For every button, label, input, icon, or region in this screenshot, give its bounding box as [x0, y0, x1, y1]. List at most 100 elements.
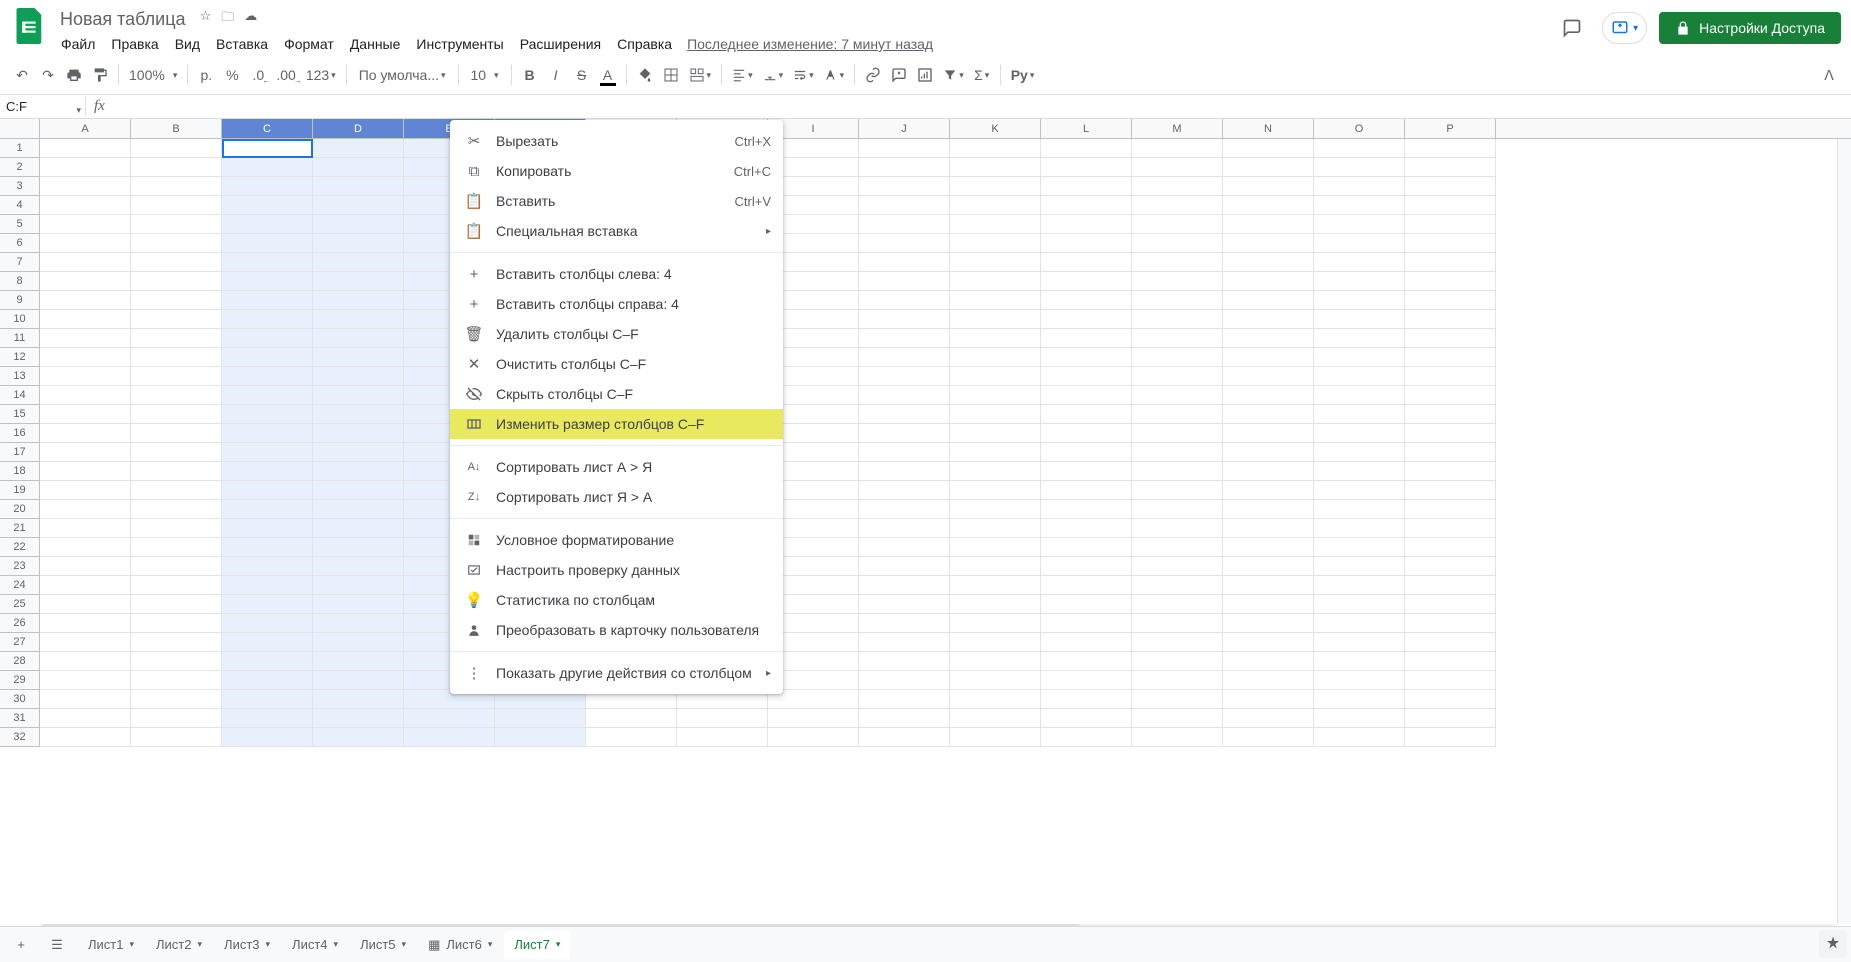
cell[interactable] — [131, 367, 222, 386]
cell[interactable] — [313, 348, 404, 367]
comment-icon[interactable] — [887, 62, 911, 88]
explore-button[interactable] — [1819, 930, 1847, 958]
cell[interactable] — [404, 709, 495, 728]
tab-menu-icon[interactable]: ▾ — [488, 939, 493, 950]
cell[interactable] — [1405, 424, 1496, 443]
cell[interactable] — [313, 728, 404, 747]
row-header[interactable]: 6 — [0, 234, 40, 253]
cell[interactable] — [1314, 272, 1405, 291]
cell[interactable] — [1314, 196, 1405, 215]
row-header[interactable]: 17 — [0, 443, 40, 462]
cell[interactable] — [313, 614, 404, 633]
cell[interactable] — [1223, 386, 1314, 405]
cell[interactable] — [222, 215, 313, 234]
cell[interactable] — [222, 139, 313, 158]
menu-Вид[interactable]: Вид — [168, 32, 207, 56]
cell[interactable] — [1223, 196, 1314, 215]
cell[interactable] — [1132, 386, 1223, 405]
cell[interactable] — [1223, 177, 1314, 196]
cell[interactable] — [313, 481, 404, 500]
cell[interactable] — [131, 614, 222, 633]
cell[interactable] — [1223, 481, 1314, 500]
cell[interactable] — [1132, 158, 1223, 177]
cell[interactable] — [950, 652, 1041, 671]
cell[interactable] — [1132, 462, 1223, 481]
menu-Справка[interactable]: Справка — [610, 32, 679, 56]
row-header[interactable]: 26 — [0, 614, 40, 633]
cell[interactable] — [1223, 709, 1314, 728]
cell[interactable] — [950, 671, 1041, 690]
cell[interactable] — [1314, 310, 1405, 329]
cell[interactable] — [1405, 405, 1496, 424]
cell[interactable] — [859, 614, 950, 633]
cell[interactable] — [40, 576, 131, 595]
cell[interactable] — [1041, 633, 1132, 652]
row-header[interactable]: 27 — [0, 633, 40, 652]
ctx-sort-az[interactable]: A↓Сортировать лист А > Я — [450, 452, 783, 482]
row-header[interactable]: 11 — [0, 329, 40, 348]
cell[interactable] — [950, 557, 1041, 576]
cell[interactable] — [313, 709, 404, 728]
cell[interactable] — [131, 329, 222, 348]
percent-button[interactable]: % — [220, 62, 244, 88]
cell[interactable] — [1405, 139, 1496, 158]
cell[interactable] — [1314, 576, 1405, 595]
collapse-toolbar-icon[interactable]: ᐱ — [1817, 62, 1841, 88]
cell[interactable] — [131, 538, 222, 557]
cell[interactable] — [1132, 671, 1223, 690]
cell[interactable] — [222, 310, 313, 329]
cell[interactable] — [1223, 500, 1314, 519]
row-header[interactable]: 29 — [0, 671, 40, 690]
cell[interactable] — [222, 576, 313, 595]
cell[interactable] — [40, 500, 131, 519]
valign-button[interactable]: ▾ — [759, 62, 788, 88]
row-header[interactable]: 1 — [0, 139, 40, 158]
cell[interactable] — [1314, 253, 1405, 272]
cell[interactable] — [222, 329, 313, 348]
ctx-cond-format[interactable]: Условное форматирование — [450, 525, 783, 555]
cell[interactable] — [1223, 272, 1314, 291]
wrap-button[interactable]: ▾ — [789, 62, 818, 88]
cell[interactable] — [1041, 234, 1132, 253]
cell[interactable] — [1314, 329, 1405, 348]
row-header[interactable]: 7 — [0, 253, 40, 272]
cell[interactable] — [859, 481, 950, 500]
cell[interactable] — [950, 329, 1041, 348]
cell[interactable] — [1223, 424, 1314, 443]
cell[interactable] — [1314, 614, 1405, 633]
cell[interactable] — [1223, 253, 1314, 272]
cell[interactable] — [40, 158, 131, 177]
cell[interactable] — [950, 633, 1041, 652]
name-box[interactable] — [0, 97, 85, 116]
cell[interactable] — [313, 595, 404, 614]
row-header[interactable]: 8 — [0, 272, 40, 291]
cell[interactable] — [1041, 481, 1132, 500]
cell[interactable] — [313, 690, 404, 709]
cell[interactable] — [1314, 158, 1405, 177]
cell[interactable] — [677, 709, 768, 728]
cell[interactable] — [1041, 728, 1132, 747]
cell[interactable] — [1223, 139, 1314, 158]
redo-icon[interactable]: ↷ — [36, 62, 60, 88]
share-button[interactable]: Настройки Доступа — [1659, 12, 1841, 44]
cell[interactable] — [131, 481, 222, 500]
cell[interactable] — [1405, 690, 1496, 709]
cell[interactable] — [1314, 424, 1405, 443]
cell[interactable] — [131, 424, 222, 443]
cell[interactable] — [1405, 158, 1496, 177]
cell[interactable] — [313, 652, 404, 671]
sheet-tab[interactable]: Лист5▾ — [350, 931, 416, 959]
cell[interactable] — [950, 272, 1041, 291]
cell[interactable] — [131, 291, 222, 310]
cell[interactable] — [1314, 405, 1405, 424]
print-icon[interactable] — [62, 62, 86, 88]
sheet-tab[interactable]: Лист2▾ — [146, 931, 212, 959]
cell[interactable] — [40, 557, 131, 576]
present-button[interactable]: ▾ — [1602, 12, 1647, 44]
cell[interactable] — [950, 462, 1041, 481]
cell[interactable] — [1405, 728, 1496, 747]
cell[interactable] — [1223, 234, 1314, 253]
cell[interactable] — [1041, 557, 1132, 576]
cell[interactable] — [950, 500, 1041, 519]
cell[interactable] — [1405, 538, 1496, 557]
